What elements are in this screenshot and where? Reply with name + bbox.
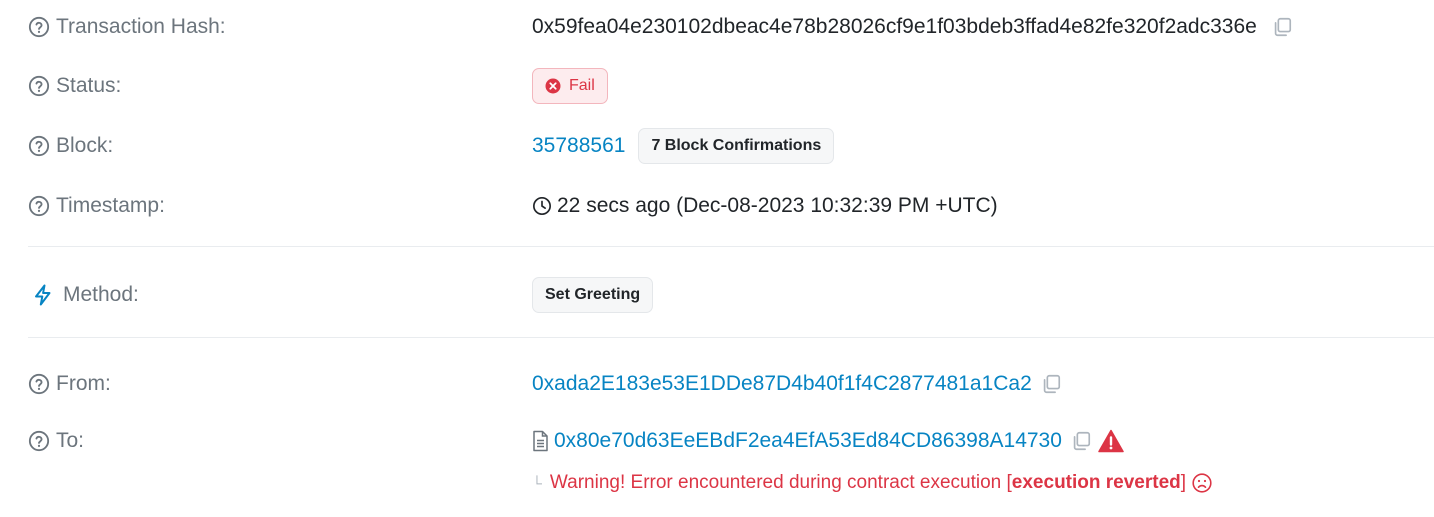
row-method: Method: Set Greeting (0, 275, 1434, 315)
from-address-link[interactable]: 0xada2E183e53E1DDe87D4b40f1f4C2877481a1C… (532, 372, 1032, 396)
row-from: From: 0xada2E183e53E1DDe87D4b40f1f4C2877… (0, 364, 1434, 404)
block-number-link[interactable]: 35788561 (532, 134, 625, 158)
section-divider (28, 337, 1434, 338)
question-circle-icon[interactable] (28, 135, 50, 157)
timestamp-label: Timestamp: (56, 194, 165, 217)
status-label-wrap: Status: (28, 66, 121, 106)
transaction-hash-value-wrap: 0x59fea04e230102dbeac4e78b28026cf9e1f03b… (532, 7, 1293, 47)
question-circle-icon[interactable] (28, 373, 50, 395)
transaction-hash-label: Transaction Hash: (56, 15, 226, 38)
method-label-wrap: Method: (28, 275, 139, 315)
warning-triangle-icon[interactable] (1098, 429, 1124, 453)
to-label: To: (56, 429, 85, 452)
to-label-wrap: To: (28, 421, 84, 461)
from-label: From: (56, 372, 111, 395)
lightning-icon[interactable] (31, 283, 55, 307)
indent-corner-icon: └ (532, 475, 542, 491)
block-value-wrap: 35788561 7 Block Confirmations (532, 126, 835, 166)
row-status: Status: Fail (0, 66, 1434, 106)
block-confirmations-badge: 7 Block Confirmations (638, 128, 835, 164)
row-block: Block: 35788561 7 Block Confirmations (0, 126, 1434, 166)
transaction-hash-value: 0x59fea04e230102dbeac4e78b28026cf9e1f03b… (532, 15, 1257, 38)
status-value-wrap: Fail (532, 66, 608, 106)
from-value-wrap: 0xada2E183e53E1DDe87D4b40f1f4C2877481a1C… (532, 364, 1062, 404)
transaction-hash-label-wrap: Transaction Hash: (28, 7, 226, 47)
to-address-link[interactable]: 0x80e70d63EeEBdF2ea4EfA53Ed84CD86398A147… (554, 429, 1062, 453)
warning-suffix-text: ] (1180, 472, 1187, 493)
question-circle-icon[interactable] (28, 430, 50, 452)
clock-icon (532, 196, 552, 216)
question-circle-icon[interactable] (28, 16, 50, 38)
method-label: Method: (63, 283, 139, 306)
from-label-wrap: From: (28, 364, 111, 404)
document-icon (533, 430, 548, 452)
status-label: Status: (56, 74, 122, 97)
status-badge-text: Fail (569, 77, 595, 94)
sad-face-icon (1192, 473, 1212, 493)
row-to: To: 0x80e70d63EeEBdF2ea4EfA53Ed84CD86398… (0, 421, 1434, 461)
block-label: Block: (56, 134, 114, 157)
method-badge: Set Greeting (532, 277, 654, 313)
question-circle-icon[interactable] (28, 75, 50, 97)
warning-prefix-text: Warning! Error encountered during contra… (549, 472, 1012, 493)
copy-icon[interactable] (1070, 430, 1092, 452)
timestamp-value: 22 secs ago (Dec-08-2023 10:32:39 PM +UT… (557, 194, 998, 217)
warning-bold-text: execution reverted (1011, 472, 1181, 493)
copy-icon[interactable] (1040, 373, 1062, 395)
copy-icon[interactable] (1271, 16, 1293, 38)
error-circle-icon (545, 78, 561, 94)
timestamp-value-wrap: 22 secs ago (Dec-08-2023 10:32:39 PM +UT… (532, 186, 998, 226)
status-badge: Fail (532, 68, 608, 104)
timestamp-label-wrap: Timestamp: (28, 186, 165, 226)
method-value-wrap: Set Greeting (532, 275, 654, 315)
block-label-wrap: Block: (28, 126, 113, 166)
transaction-details: Transaction Hash: 0x59fea04e230102dbeac4… (0, 0, 1434, 517)
row-transaction-hash: Transaction Hash: 0x59fea04e230102dbeac4… (0, 7, 1434, 47)
section-divider (28, 246, 1434, 247)
to-value-wrap: 0x80e70d63EeEBdF2ea4EfA53Ed84CD86398A147… (532, 421, 1124, 461)
execution-warning: └ Warning! Error encountered during cont… (532, 468, 1212, 498)
row-timestamp: Timestamp: 22 secs ago (Dec-08-2023 10:3… (0, 186, 1434, 226)
question-circle-icon[interactable] (28, 195, 50, 217)
